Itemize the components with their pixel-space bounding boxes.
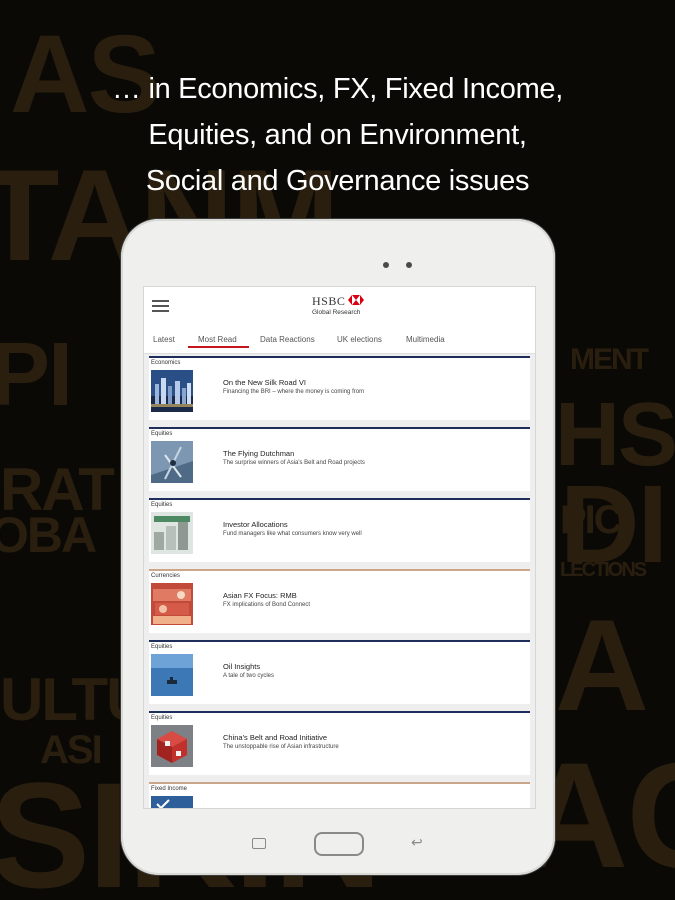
tab-multimedia[interactable]: Multimedia [406, 335, 445, 344]
card-title: Oil Insights [223, 662, 261, 671]
card-category: Equities [151, 502, 173, 508]
checkmark-image [151, 796, 193, 808]
card-subtitle: Financing the BRI – where the money is c… [223, 389, 365, 395]
tab-bar: Latest Most Read Data Reactions UK elect… [144, 326, 535, 354]
bg-word: MENT [570, 343, 649, 376]
bg-word: A [555, 592, 649, 738]
ocean-tanker-image [151, 654, 193, 696]
hamburger-menu-icon[interactable] [152, 300, 169, 312]
tab-uk-elections[interactable]: UK elections [337, 335, 382, 344]
article-card[interactable]: Currencies Asian FX Focus: RMB FX implic… [149, 569, 530, 633]
sensor-dot [406, 262, 412, 268]
card-subtitle: The surprise winners of Asia's Belt and … [223, 460, 365, 466]
hsbc-hexagon-icon [348, 295, 364, 305]
app-bar: HSBC Global Research [144, 287, 535, 326]
hsbc-logo: HSBC Global Research [312, 294, 372, 320]
card-title: Investor Allocations [223, 520, 288, 529]
bg-word: LECTIONS [560, 559, 647, 581]
stacked-coins-image [151, 512, 193, 554]
card-category: Economics [151, 360, 181, 366]
bg-word: PI [0, 325, 73, 425]
active-tab-indicator [188, 346, 249, 348]
article-card[interactable]: Fixed Income [149, 782, 530, 808]
camera-dot [383, 262, 389, 268]
red-cube-image [151, 725, 193, 767]
windmill-image [151, 441, 193, 483]
back-icon[interactable]: ↩ [411, 834, 423, 851]
card-subtitle: The unstoppable rise of Asian infrastruc… [223, 744, 339, 750]
card-subtitle: A tale of two cycles [223, 673, 275, 679]
device-nav-bar: ↩ [121, 810, 555, 870]
card-title: China's Belt and Road Initiative [223, 733, 327, 742]
article-card[interactable]: Equities Investor Allocations Fund manag… [149, 498, 530, 562]
article-card[interactable]: Equities Oil Insights A tale of two cycl… [149, 640, 530, 704]
article-card[interactable]: Economics On the New Silk Road VI Financ… [149, 356, 530, 420]
headline: … in Economics, FX, Fixed Income, Equiti… [0, 66, 675, 204]
tab-most-read[interactable]: Most Read [198, 335, 237, 344]
article-card[interactable]: Equities The Flying Dutchman The surpris… [149, 427, 530, 491]
card-category: Equities [151, 431, 173, 437]
card-category: Equities [151, 715, 173, 721]
headline-line: Equities, and on Environment, [148, 119, 527, 151]
card-title: The Flying Dutchman [223, 449, 295, 458]
card-title: Asian FX Focus: RMB [223, 591, 297, 600]
app-screen: HSBC Global Research Latest Most Read Da… [143, 286, 536, 809]
tab-latest[interactable]: Latest [153, 335, 175, 344]
card-category: Equities [151, 644, 173, 650]
logo-subtitle: Global Research [312, 309, 361, 316]
article-card[interactable]: Equities China's Belt and Road Initiativ… [149, 711, 530, 775]
card-category: Fixed Income [151, 786, 188, 792]
tab-data-reactions[interactable]: Data Reactions [260, 335, 315, 344]
headline-line: Social and Governance issues [145, 165, 530, 197]
recent-apps-icon[interactable] [252, 838, 266, 849]
bg-word: OBA [0, 507, 97, 563]
home-button[interactable] [314, 832, 364, 856]
card-title: On the New Silk Road VI [223, 378, 306, 387]
headline-line: … in Economics, FX, Fixed Income, [111, 73, 564, 105]
logo-name: HSBC [312, 294, 346, 308]
card-category: Currencies [151, 573, 181, 579]
city-skyline-image [151, 370, 193, 412]
banknotes-image [151, 583, 193, 625]
card-subtitle: FX implications of Bond Connect [223, 602, 311, 608]
bg-word: PIC [560, 498, 623, 542]
card-subtitle: Fund managers like what consumers know v… [223, 531, 362, 537]
